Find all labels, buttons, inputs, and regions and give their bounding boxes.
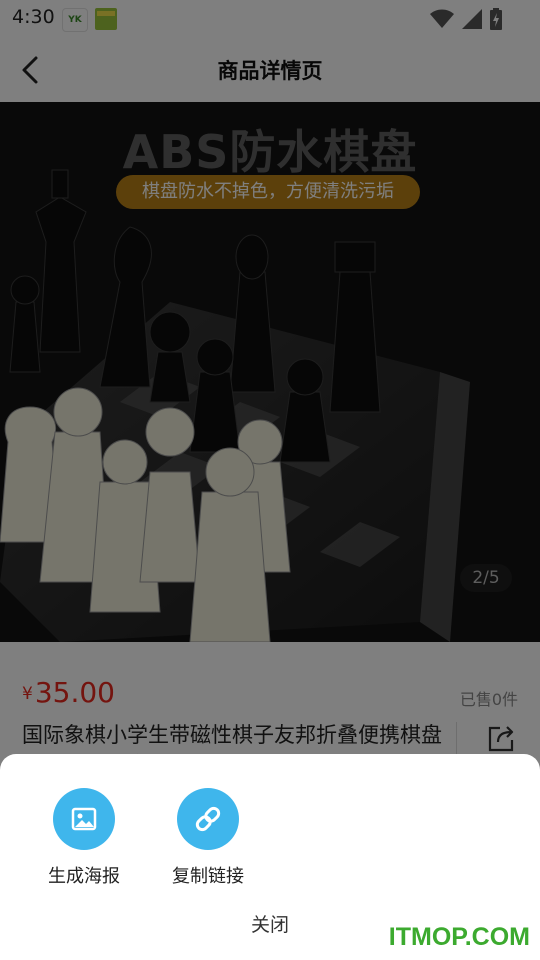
generate-poster-label: 生成海报: [48, 866, 120, 887]
poster-icon-circle: [53, 788, 115, 850]
copy-link-label: 复制链接: [172, 866, 244, 887]
link-icon-circle: [177, 788, 239, 850]
watermark: ITMOP.COM: [388, 923, 530, 951]
close-button[interactable]: 关闭: [220, 910, 320, 937]
generate-poster-button[interactable]: 生成海报: [29, 788, 139, 888]
image-icon: [71, 807, 97, 831]
link-icon: [195, 806, 221, 832]
copy-link-button[interactable]: 复制链接: [153, 788, 263, 888]
